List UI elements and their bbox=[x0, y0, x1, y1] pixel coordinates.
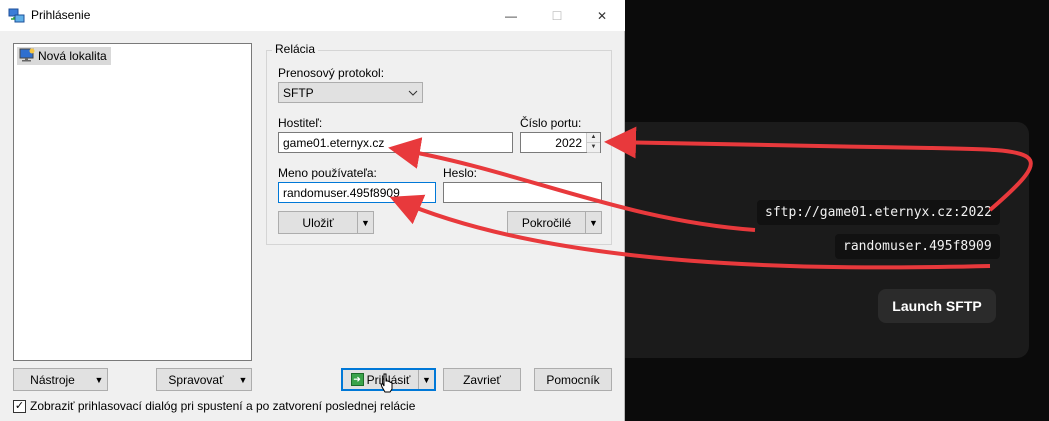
chevron-down-icon bbox=[404, 88, 422, 98]
spin-down-icon[interactable]: ▼ bbox=[587, 143, 600, 153]
password-label: Heslo: bbox=[443, 166, 478, 180]
site-tree[interactable]: Nová lokalita bbox=[13, 43, 252, 361]
tools-label: Nástroje bbox=[30, 372, 75, 387]
save-label: Uložiť bbox=[302, 215, 334, 230]
port-value: 2022 bbox=[555, 135, 582, 150]
help-label: Pomocník bbox=[546, 372, 600, 387]
host-field[interactable] bbox=[278, 132, 513, 153]
login-dialog: Prihlásenie — ☐ ✕ Nová lokalita Relácia … bbox=[0, 0, 625, 421]
port-label: Číslo portu: bbox=[520, 116, 582, 130]
session-legend: Relácia bbox=[272, 42, 319, 56]
minimize-icon: — bbox=[505, 8, 517, 23]
username-label: Meno používateľa: bbox=[278, 166, 377, 180]
protocol-value: SFTP bbox=[283, 85, 314, 100]
advanced-button[interactable]: Pokročilé ▼ bbox=[507, 211, 602, 234]
app-icon bbox=[8, 7, 25, 24]
tools-dropdown-icon: ▼ bbox=[94, 374, 104, 385]
login-icon: ➜ bbox=[350, 373, 364, 386]
maximize-button[interactable]: ☐ bbox=[534, 0, 580, 31]
host-label: Hostiteľ: bbox=[278, 116, 323, 130]
close-button[interactable]: Zavrieť bbox=[443, 368, 521, 391]
hand-cursor-icon bbox=[380, 373, 393, 393]
site-item-new[interactable]: Nová lokalita bbox=[17, 47, 111, 65]
password-field[interactable] bbox=[443, 182, 602, 203]
login-dropdown-icon[interactable]: ▼ bbox=[418, 370, 434, 389]
show-login-dialog-option[interactable]: ✓ Zobraziť prihlasovací dialóg pri spust… bbox=[13, 399, 415, 413]
site-item-label: Nová lokalita bbox=[38, 49, 107, 63]
show-login-checkbox-label: Zobraziť prihlasovací dialóg pri spusten… bbox=[30, 399, 416, 413]
close-window-button[interactable]: ✕ bbox=[579, 0, 625, 31]
computer-icon bbox=[19, 48, 35, 65]
manage-dropdown-icon: ▼ bbox=[238, 374, 248, 385]
port-spinner[interactable]: ▲ ▼ bbox=[586, 133, 600, 153]
title-bar: Prihlásenie — ☐ ✕ bbox=[0, 0, 625, 31]
close-label: Zavrieť bbox=[463, 372, 501, 387]
help-button[interactable]: Pomocník bbox=[534, 368, 612, 391]
show-login-checkbox[interactable]: ✓ bbox=[13, 399, 26, 413]
save-button[interactable]: Uložiť ▼ bbox=[278, 211, 374, 234]
manage-button[interactable]: Spravovať ▼ bbox=[156, 368, 252, 391]
username-field[interactable] bbox=[278, 182, 436, 203]
manage-label: Spravovať bbox=[168, 372, 224, 387]
advanced-dropdown-icon[interactable]: ▼ bbox=[585, 212, 601, 233]
save-dropdown-icon[interactable]: ▼ bbox=[357, 212, 373, 233]
tools-button[interactable]: Nástroje ▼ bbox=[13, 368, 108, 391]
maximize-icon: ☐ bbox=[551, 8, 563, 23]
window-title: Prihlásenie bbox=[31, 8, 91, 22]
advanced-label: Pokročilé bbox=[521, 215, 572, 230]
spin-up-icon[interactable]: ▲ bbox=[587, 133, 600, 143]
protocol-select[interactable]: SFTP bbox=[278, 82, 423, 103]
close-icon: ✕ bbox=[596, 8, 608, 23]
launch-sftp-button[interactable]: Launch SFTP bbox=[878, 289, 996, 323]
protocol-label: Prenosový protokol: bbox=[278, 66, 385, 80]
username-chip: randomuser.495f8909 bbox=[835, 234, 1000, 259]
port-field[interactable]: 2022 ▲ ▼ bbox=[520, 132, 601, 153]
minimize-button[interactable]: — bbox=[488, 0, 534, 31]
sftp-url-chip: sftp://game01.eternyx.cz:2022 bbox=[757, 200, 1000, 225]
checkmark-icon: ✓ bbox=[14, 399, 25, 412]
